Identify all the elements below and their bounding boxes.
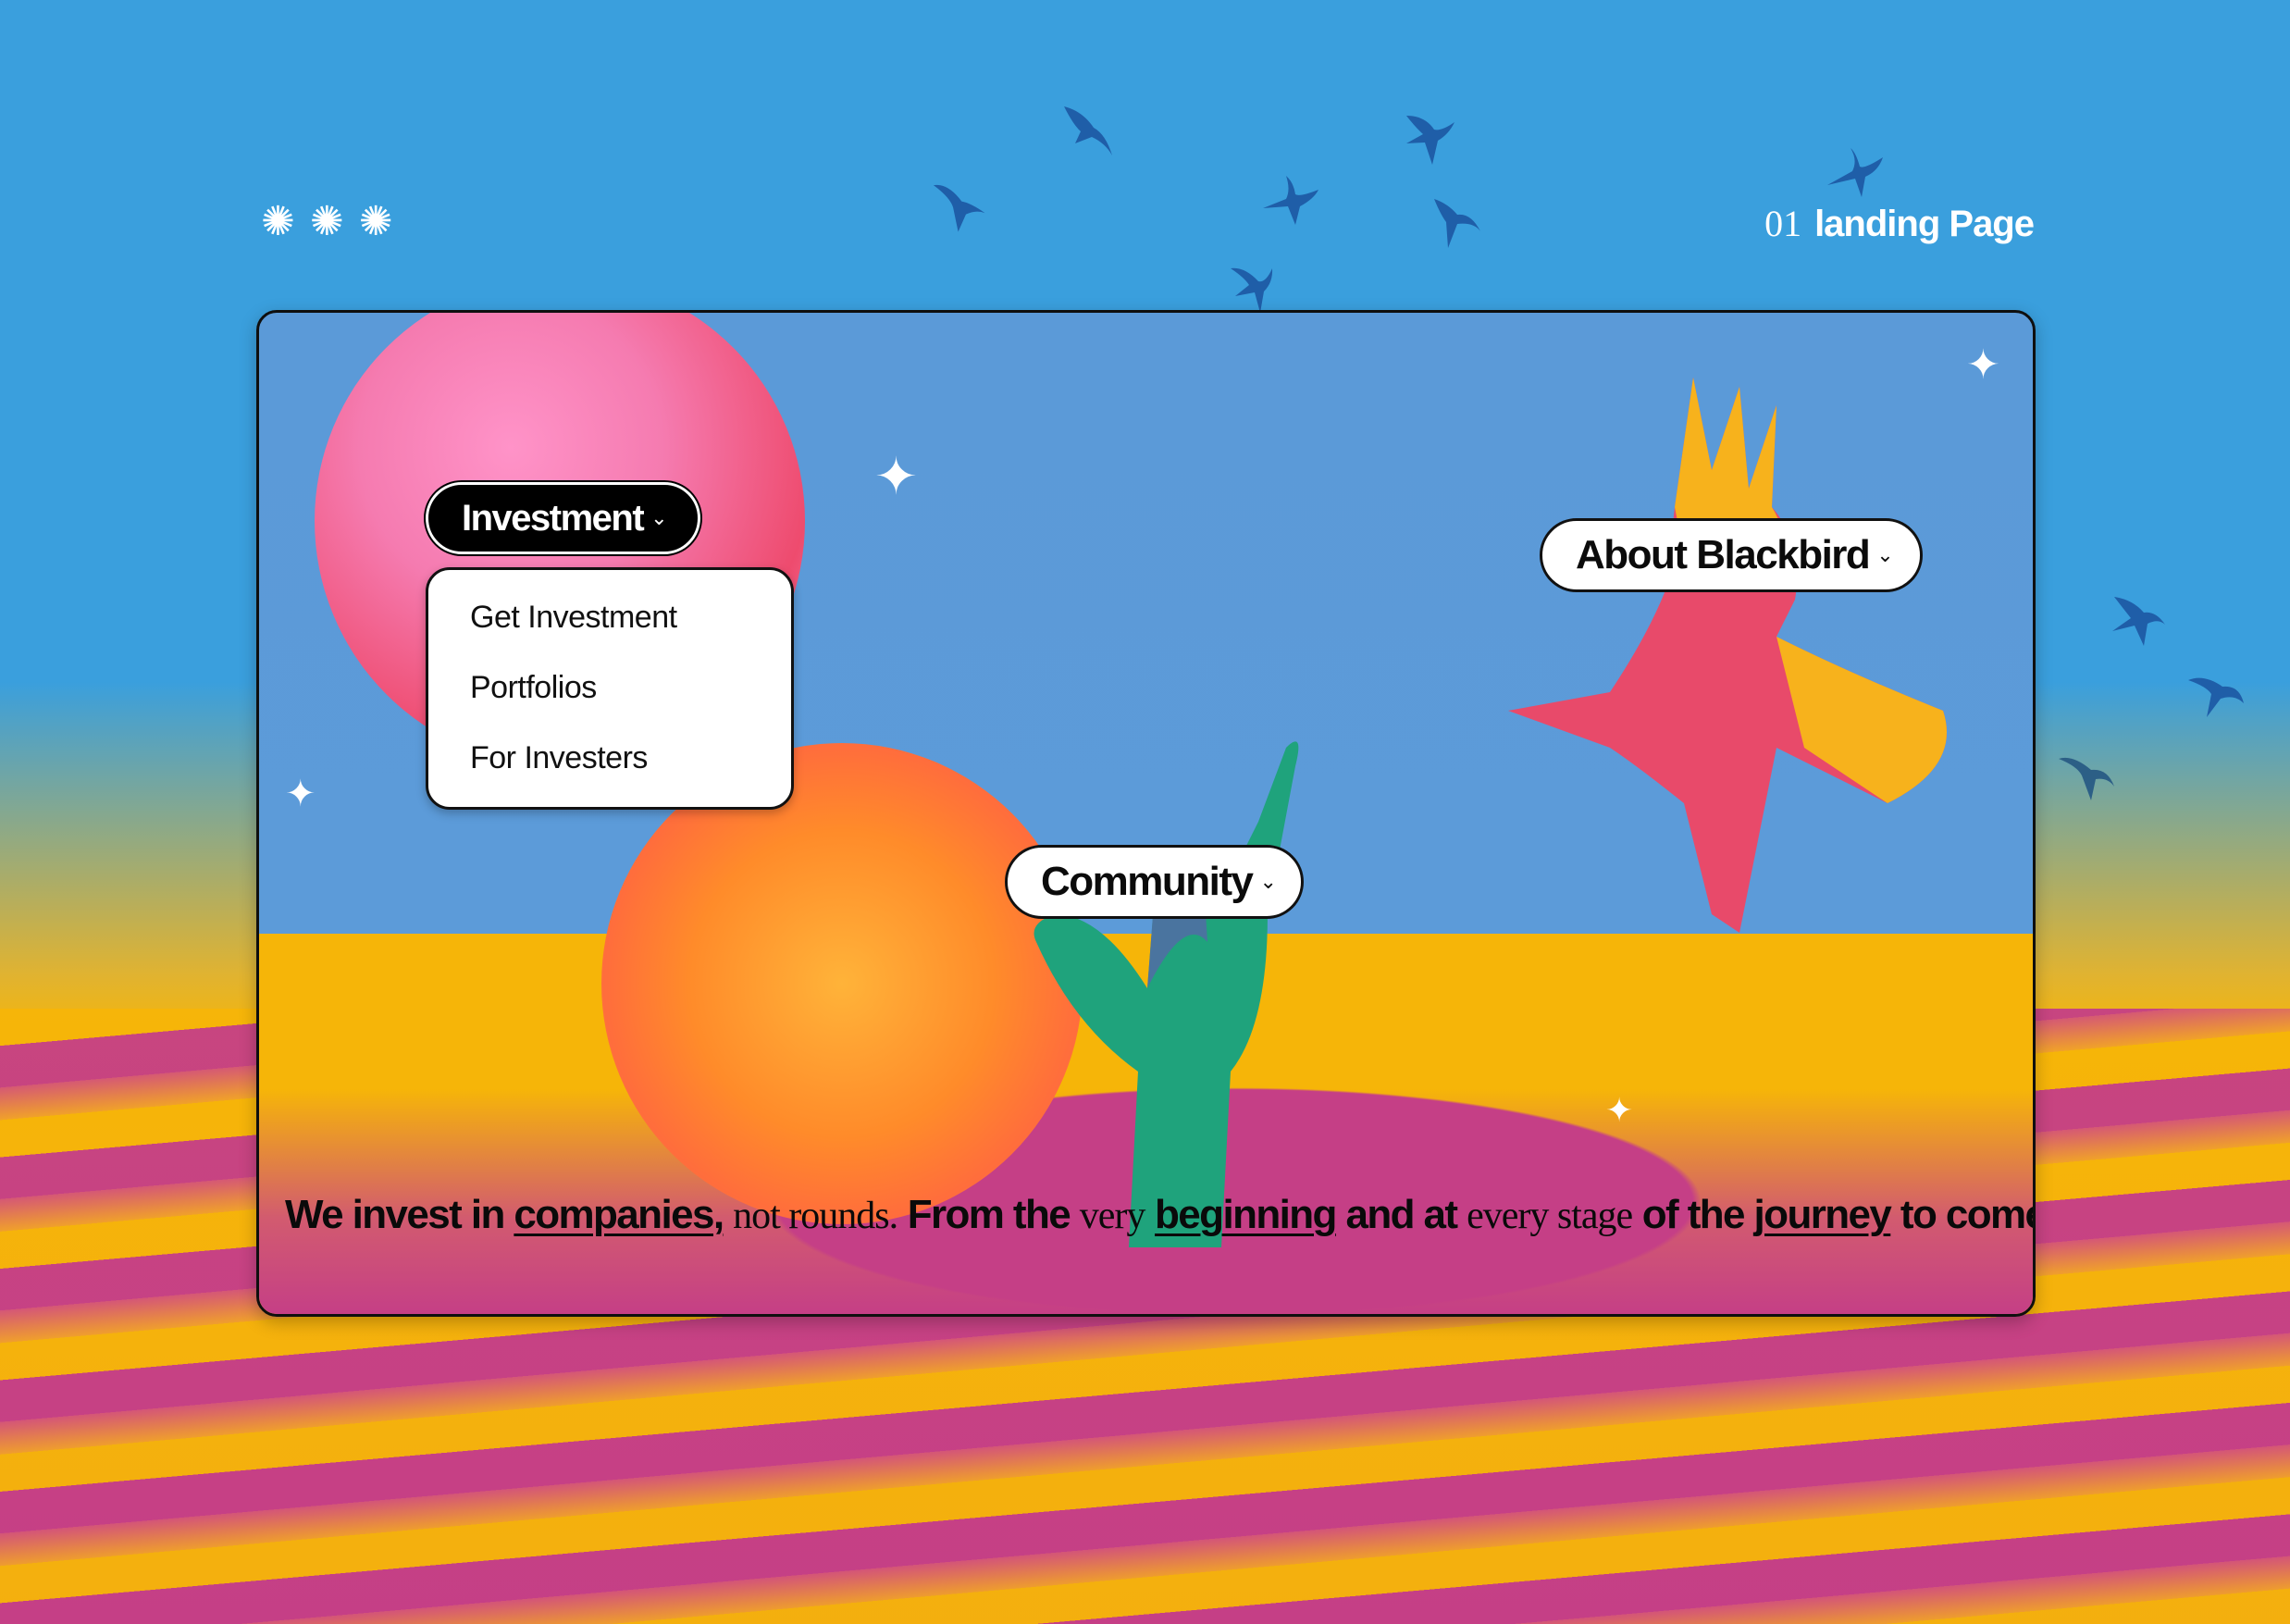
tagline-text: every stage: [1467, 1195, 1633, 1237]
tagline-text: to come.: [1900, 1192, 2033, 1237]
bird-icon: [1221, 259, 1286, 315]
sparkle-icon: ✦: [874, 447, 918, 507]
decor-star-icon: ✺: [261, 198, 295, 245]
investment-label: Investment: [462, 497, 645, 539]
sparkle-icon: ✦: [285, 773, 316, 815]
investment-dropdown: Get Investment Portfolios For Investers: [426, 567, 794, 810]
tagline-text: We invest in: [285, 1192, 505, 1237]
companies-link[interactable]: companies,: [514, 1192, 724, 1237]
bird-icon: [2184, 666, 2248, 722]
decor-star-icon: ✺: [309, 198, 344, 245]
page-label: 01 landing Page: [1764, 202, 2035, 245]
bird-icon: [1055, 102, 1120, 157]
bird-icon: [921, 175, 994, 241]
sparkle-icon: ✦: [1966, 341, 2000, 389]
bird-icon: [2105, 592, 2170, 648]
hero-tagline: We invest in companies, not rounds. From…: [285, 1192, 2033, 1238]
chevron-down-icon: ⌄: [1259, 870, 1277, 894]
menu-item-for-investers[interactable]: For Investers: [470, 740, 648, 776]
page-number: 01: [1764, 203, 1802, 244]
bird-icon: [1397, 111, 1462, 167]
chevron-down-icon: ⌄: [1876, 543, 1894, 567]
eagle-image: [1499, 359, 1980, 1025]
tagline-text: very: [1079, 1195, 1146, 1237]
community-button[interactable]: Community ⌄: [1005, 845, 1304, 919]
decor-star-icon: ✺: [358, 198, 393, 245]
community-label: Community: [1041, 859, 1254, 904]
bird-icon: [2054, 750, 2119, 805]
chevron-down-icon: ⌄: [650, 506, 668, 530]
hand-shaka-image: [1018, 637, 1314, 1247]
bird-icon: [1258, 171, 1323, 227]
about-blackbird-label: About Blackbird: [1576, 532, 1871, 577]
tagline-text: and at: [1345, 1192, 1458, 1237]
page-title: landing Page: [1814, 204, 2035, 244]
decor-stars: ✺ ✺ ✺: [261, 202, 393, 242]
hero-card: ✦ ✦ ✦ ✦ Investment ⌄ Get Investment Port…: [256, 310, 2036, 1317]
tagline-text: not rounds.: [733, 1195, 898, 1237]
about-blackbird-button[interactable]: About Blackbird ⌄: [1540, 518, 1923, 592]
orange-slice-image: [601, 743, 1083, 1224]
beginning-link[interactable]: beginning: [1155, 1192, 1337, 1237]
investment-menu-button[interactable]: Investment ⌄: [426, 482, 700, 554]
journey-link[interactable]: journey: [1754, 1192, 1892, 1237]
bird-icon: [1823, 143, 1888, 199]
menu-item-get-investment[interactable]: Get Investment: [470, 600, 677, 636]
tagline-text: of the: [1641, 1192, 1746, 1237]
menu-item-portfolios[interactable]: Portfolios: [470, 670, 597, 706]
sparkle-icon: ✦: [1605, 1092, 1634, 1130]
tagline-text: From the: [907, 1192, 1071, 1237]
bird-icon: [1420, 194, 1485, 250]
